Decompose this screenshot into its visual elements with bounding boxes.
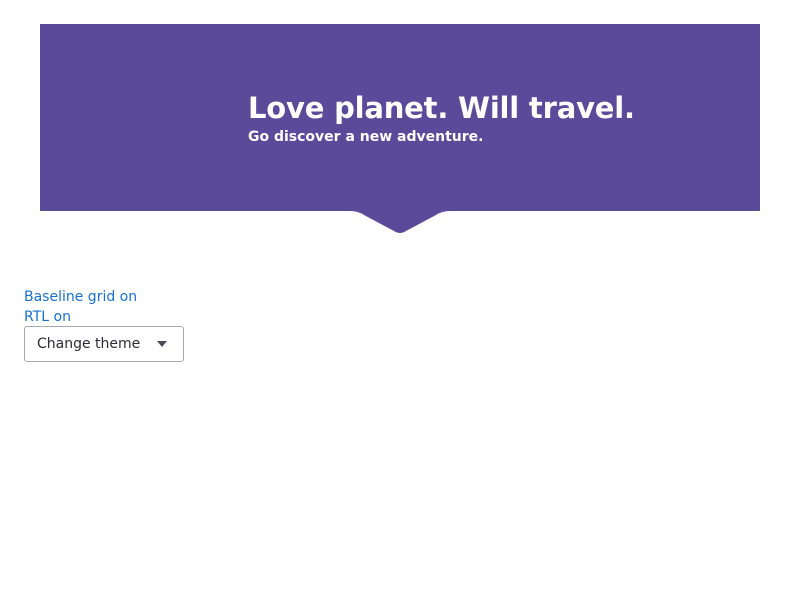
baseline-grid-toggle-link[interactable]: Baseline grid on	[24, 287, 137, 307]
caret-down-icon	[157, 341, 167, 347]
change-theme-label: Change theme	[37, 336, 141, 352]
hero-subtitle: Go discover a new adventure.	[248, 129, 484, 145]
hero-banner: Love planet. Will travel. Go discover a …	[40, 24, 760, 211]
hero-pointer-shape	[350, 211, 450, 233]
hero-title: Love planet. Will travel.	[248, 91, 635, 125]
hero-content: Love planet. Will travel. Go discover a …	[248, 89, 635, 147]
rtl-toggle-link[interactable]: RTL on	[24, 307, 137, 327]
change-theme-dropdown[interactable]: Change theme	[24, 326, 184, 362]
settings-links: Baseline grid on RTL on	[24, 287, 137, 327]
